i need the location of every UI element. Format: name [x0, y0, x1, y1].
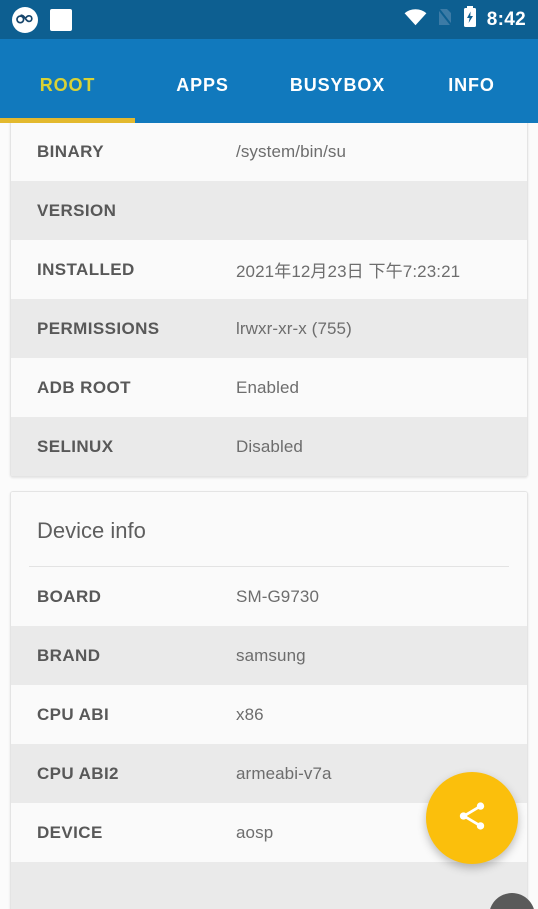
row-label: DEVICE — [37, 822, 103, 842]
row-label: CPU ABI2 — [37, 763, 119, 783]
app-screen: 8:42 ROOT APPS BUSYBOX INFO BINARY /syst… — [0, 0, 538, 909]
battery-charging-icon — [463, 6, 477, 33]
row-label: PERMISSIONS — [37, 318, 160, 338]
row-label: BRAND — [37, 645, 101, 665]
status-bar: 8:42 — [0, 0, 538, 39]
share-icon — [455, 799, 489, 838]
table-row-partial[interactable] — [11, 862, 527, 909]
row-value: Enabled — [236, 377, 300, 397]
table-row[interactable]: SELINUX Disabled — [11, 417, 527, 476]
row-value: Disabled — [236, 436, 303, 456]
wifi-icon — [404, 8, 427, 31]
square-icon — [50, 8, 72, 31]
table-row[interactable]: BRAND samsung — [11, 626, 527, 685]
device-info-title: Device info — [11, 492, 527, 566]
row-value: lrwxr-xr-x (755) — [236, 318, 352, 338]
row-label: VERSION — [37, 200, 117, 220]
tab-root[interactable]: ROOT — [0, 67, 135, 96]
sim-card-off-icon — [436, 7, 453, 32]
row-value: SM-G9730 — [236, 586, 320, 606]
table-row[interactable]: CPU ABI x86 — [11, 685, 527, 744]
row-value: samsung — [236, 645, 306, 665]
status-bar-clock: 8:42 — [486, 8, 526, 30]
table-row[interactable]: ADB ROOT Enabled — [11, 358, 527, 417]
tab-apps[interactable]: APPS — [135, 67, 270, 96]
tab-info[interactable]: INFO — [405, 67, 538, 96]
row-value: armeabi-v7a — [236, 763, 332, 783]
row-value: x86 — [236, 704, 264, 724]
row-label: ADB ROOT — [37, 377, 131, 397]
row-label: INSTALLED — [37, 259, 135, 279]
row-value: aosp — [236, 822, 274, 842]
row-value: 2021年12月23日 下午7:23:21 — [236, 262, 461, 281]
row-label: BINARY — [37, 141, 104, 161]
row-value: /system/bin/su — [236, 141, 347, 161]
infinity-logo-icon — [12, 6, 38, 33]
table-row[interactable]: VERSION — [11, 181, 527, 240]
table-row[interactable]: PERMISSIONS lrwxr-xr-x (755) — [11, 299, 527, 358]
status-bar-left-icons — [12, 6, 72, 33]
status-bar-right-icons: 8:42 — [404, 6, 526, 33]
tab-bar: ROOT APPS BUSYBOX INFO — [0, 39, 538, 123]
row-label: SELINUX — [37, 436, 114, 456]
table-row[interactable]: BINARY /system/bin/su — [11, 123, 527, 181]
tab-busybox[interactable]: BUSYBOX — [270, 67, 405, 96]
table-row[interactable]: BOARD SM-G9730 — [11, 567, 527, 626]
share-fab-button[interactable] — [426, 772, 518, 864]
row-label: BOARD — [37, 586, 102, 606]
app-bar: ROOT APPS BUSYBOX INFO — [0, 39, 538, 123]
root-info-card: BINARY /system/bin/su VERSION INSTALLED … — [10, 123, 528, 477]
row-label: CPU ABI — [37, 704, 110, 724]
table-row[interactable]: INSTALLED 2021年12月23日 下午7:23:21 — [11, 240, 527, 299]
